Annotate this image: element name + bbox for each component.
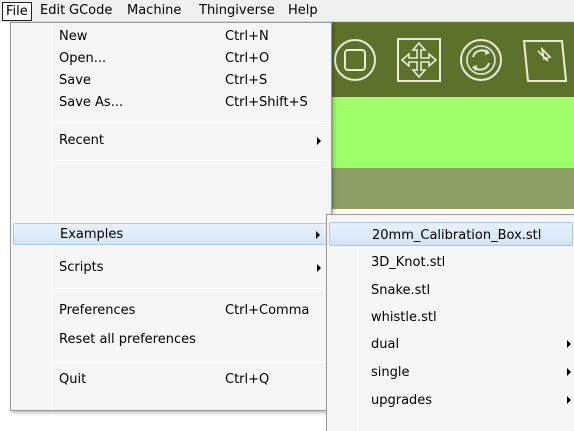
submenu-item-label: whistle.stl <box>371 310 437 325</box>
submenu-arrow-icon <box>316 231 320 239</box>
menu-item-shortcut: Ctrl+Comma <box>225 303 310 318</box>
menu-bar: File Edit GCode Machine Thingiverse Help <box>0 0 574 22</box>
menu-machine[interactable]: Machine <box>124 3 184 20</box>
menu-item-examples[interactable]: Examples <box>13 223 329 245</box>
menu-item-reset-preferences[interactable]: Reset all preferences <box>13 329 329 351</box>
menu-file[interactable]: File <box>2 2 32 21</box>
menu-item-quit[interactable]: Quit Ctrl+Q <box>13 369 329 391</box>
submenu-item-label: dual <box>371 337 400 352</box>
menu-item-shortcut: Ctrl+N <box>225 29 269 44</box>
menu-item-preferences[interactable]: Preferences Ctrl+Comma <box>13 300 329 322</box>
menu-help[interactable]: Help <box>285 3 321 20</box>
menu-separator <box>55 362 329 363</box>
submenu-arrow-icon <box>567 368 571 376</box>
submenu-item-whistle[interactable]: whistle.stl <box>329 305 573 329</box>
menu-item-label: Quit <box>59 372 87 387</box>
rotate-icon[interactable] <box>458 37 504 83</box>
build-area-band <box>332 97 574 168</box>
menu-item-label: Recent <box>59 133 104 148</box>
menu-item-scripts[interactable]: Scripts <box>13 257 329 279</box>
menu-item-label: Save <box>59 73 91 88</box>
submenu-item-snake[interactable]: Snake.stl <box>329 278 573 302</box>
menu-separator <box>55 160 329 161</box>
menu-item-shortcut: Ctrl+Shift+S <box>225 95 308 110</box>
menu-item-shortcut: Ctrl+Q <box>225 372 270 387</box>
submenu-item-label: 20mm_Calibration_Box.stl <box>372 228 542 243</box>
submenu-item-3d-knot[interactable]: 3D_Knot.stl <box>329 250 573 274</box>
submenu-item-calibration-box[interactable]: 20mm_Calibration_Box.stl <box>329 222 573 246</box>
menu-item-new[interactable]: New Ctrl+N <box>13 26 329 48</box>
submenu-item-dual[interactable]: dual <box>329 332 573 356</box>
submenu-arrow-icon <box>317 264 321 272</box>
menu-item-label: Reset all preferences <box>59 332 196 347</box>
submenu-arrow-icon <box>567 340 571 348</box>
submenu-item-single[interactable]: single <box>329 360 573 384</box>
menu-item-save[interactable]: Save Ctrl+S <box>13 70 329 92</box>
file-menu: New Ctrl+N Open... Ctrl+O Save Ctrl+S Sa… <box>10 22 332 411</box>
menu-thingiverse[interactable]: Thingiverse <box>196 3 278 20</box>
menu-separator <box>55 122 329 123</box>
menu-item-recent[interactable]: Recent <box>13 130 329 152</box>
submenu-arrow-icon <box>567 396 571 404</box>
examples-submenu: 20mm_Calibration_Box.stl 3D_Knot.stl Sna… <box>326 214 574 431</box>
menu-gcode[interactable]: GCode <box>66 3 115 20</box>
menu-item-label: Examples <box>60 227 124 242</box>
submenu-item-label: Snake.stl <box>371 283 431 298</box>
menu-item-shortcut: Ctrl+S <box>225 73 268 88</box>
menu-item-open[interactable]: Open... Ctrl+O <box>13 48 329 70</box>
menu-item-label: Preferences <box>59 303 136 318</box>
submenu-arrow-icon <box>317 137 321 145</box>
menu-edit[interactable]: Edit <box>37 3 68 20</box>
menu-item-shortcut: Ctrl+O <box>225 51 270 66</box>
submenu-item-label: upgrades <box>371 393 433 408</box>
menu-item-label: Scripts <box>59 260 104 275</box>
move-arrows-icon[interactable] <box>396 37 442 83</box>
submenu-item-upgrades[interactable]: upgrades <box>329 388 573 412</box>
submenu-item-label: 3D_Knot.stl <box>371 255 446 270</box>
menu-item-label: Open... <box>59 51 107 66</box>
submenu-item-label: single <box>371 365 410 380</box>
menu-item-label: Save As... <box>59 95 124 110</box>
stop-square-icon[interactable] <box>332 37 378 83</box>
menu-separator <box>55 288 329 289</box>
status-band <box>332 168 574 209</box>
menu-item-save-as[interactable]: Save As... Ctrl+Shift+S <box>13 92 329 114</box>
menu-item-label: New <box>59 29 88 44</box>
scale-icon[interactable] <box>522 37 574 83</box>
